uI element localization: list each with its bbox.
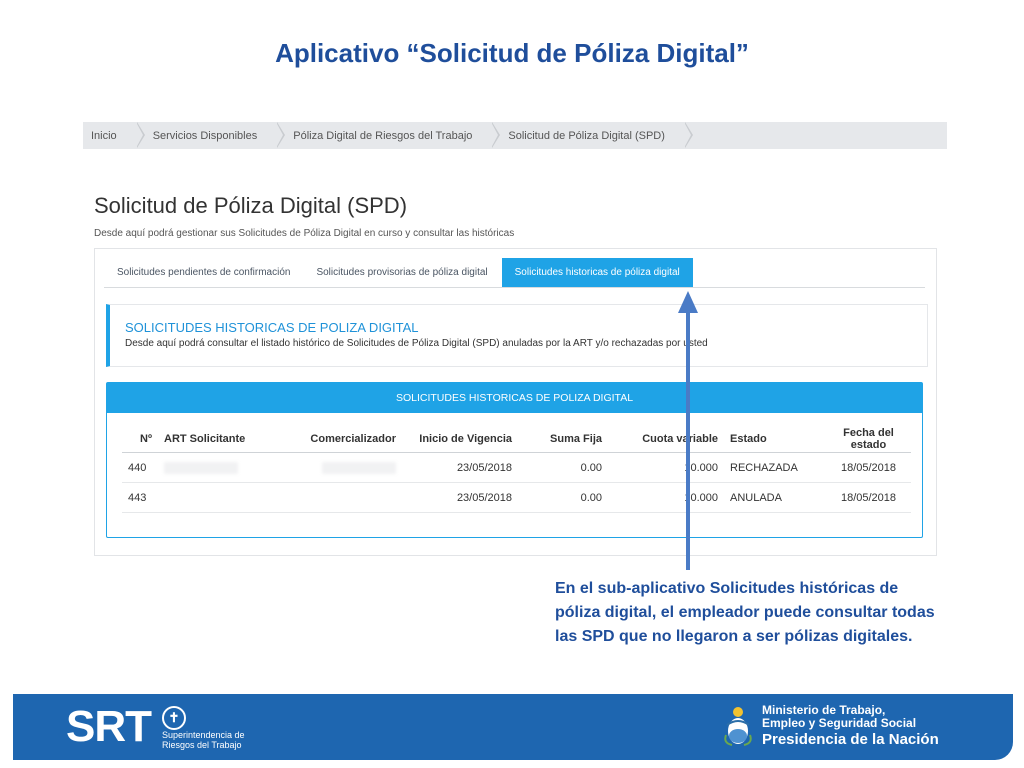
redacted-art	[164, 461, 238, 474]
info-box: SOLICITUDES HISTORICAS DE POLIZA DIGITAL…	[106, 304, 928, 367]
info-title: SOLICITUDES HISTORICAS DE POLIZA DIGITAL	[125, 320, 419, 335]
breadcrumb-item-poliza-digital[interactable]: Póliza Digital de Riesgos del Trabajo	[285, 122, 501, 149]
cell-suma: 0.00	[518, 452, 608, 483]
table-row[interactable]: 443 23/05/2018 0.00 10.000 ANULADA 18/05…	[122, 482, 911, 513]
callout-arrow-line	[686, 298, 690, 570]
cell-estado: RECHAZADA	[724, 452, 826, 483]
col-art-solicitante[interactable]: ART Solicitante	[158, 425, 280, 453]
tab-historicas[interactable]: Solicitudes historicas de póliza digital	[501, 258, 693, 287]
cell-suma: 0.00	[518, 482, 608, 513]
col-inicio-vigencia[interactable]: Inicio de Vigencia	[402, 425, 518, 453]
cell-inicio: 23/05/2018	[402, 482, 518, 513]
ministerio-line2: Empleo y Seguridad Social	[762, 716, 917, 730]
cell-cuota: 10.000	[608, 452, 724, 483]
cell-comercializador	[280, 482, 402, 513]
col-estado[interactable]: Estado	[724, 425, 826, 453]
cell-art-redacted	[158, 452, 280, 483]
ministerio-text: Ministerio de Trabajo, Empleo y Segurida…	[762, 704, 916, 730]
cell-fecha: 18/05/2018	[826, 452, 911, 483]
cell-estado: ANULADA	[724, 482, 826, 513]
cell-fecha: 18/05/2018	[826, 482, 911, 513]
srt-cross-icon: ✝	[162, 706, 186, 730]
col-comercializador[interactable]: Comercializador	[280, 425, 402, 453]
escudo-nacional-icon	[724, 707, 752, 746]
col-suma-fija[interactable]: Suma Fija	[518, 425, 608, 453]
table-row[interactable]: 440 23/05/2018 0.00 10.000 RECHAZADA 18/…	[122, 452, 911, 483]
breadcrumb-item-spd[interactable]: Solicitud de Póliza Digital (SPD)	[500, 122, 693, 149]
tab-pendientes[interactable]: Solicitudes pendientes de confirmación	[104, 258, 303, 287]
col-cuota-variable[interactable]: Cuota variable	[608, 425, 724, 453]
page-subtitle: Desde aquí podrá gestionar sus Solicitud…	[94, 228, 515, 239]
table-header-row: Nº ART Solicitante Comercializador Inici…	[122, 425, 911, 453]
col-numero[interactable]: Nº	[122, 425, 158, 453]
table-header-bar: SOLICITUDES HISTORICAS DE POLIZA DIGITAL	[107, 383, 922, 413]
callout-arrow-head-icon	[678, 291, 698, 313]
presidencia-text: Presidencia de la Nación	[762, 731, 939, 748]
slide-title: Aplicativo “Solicitud de Póliza Digital”	[275, 38, 749, 68]
breadcrumb-item-inicio[interactable]: Inicio	[83, 122, 145, 149]
cell-comercializador-redacted	[280, 452, 402, 483]
redacted-comercializador	[322, 461, 396, 474]
cell-art	[158, 482, 280, 513]
main-panel: Solicitudes pendientes de confirmación S…	[94, 248, 937, 556]
srt-logo: SRT	[66, 702, 152, 751]
col-fecha-estado[interactable]: Fecha del estado	[826, 425, 911, 453]
info-text: Desde aquí podrá consultar el listado hi…	[125, 338, 708, 349]
cell-numero: 440	[122, 452, 158, 483]
cell-numero: 443	[122, 482, 158, 513]
srt-subtitle: Superintendencia de Riesgos del Trabajo	[162, 730, 245, 750]
breadcrumb: Inicio Servicios Disponibles Póliza Digi…	[83, 122, 947, 149]
srt-subtitle-line1: Superintendencia de	[162, 730, 245, 740]
srt-subtitle-line2: Riesgos del Trabajo	[162, 740, 242, 750]
cell-inicio: 23/05/2018	[402, 452, 518, 483]
breadcrumb-item-servicios[interactable]: Servicios Disponibles	[145, 122, 285, 149]
tab-provisorias[interactable]: Solicitudes provisorias de póliza digita…	[303, 258, 500, 287]
tab-bar: Solicitudes pendientes de confirmación S…	[104, 258, 925, 288]
callout-text: En el sub-aplicativo Solicitudes históri…	[555, 580, 935, 645]
historicas-table-card: SOLICITUDES HISTORICAS DE POLIZA DIGITAL…	[106, 382, 923, 538]
cell-cuota: 10.000	[608, 482, 724, 513]
page-title: Solicitud de Póliza Digital (SPD)	[94, 193, 408, 218]
historicas-table: Nº ART Solicitante Comercializador Inici…	[122, 425, 911, 513]
